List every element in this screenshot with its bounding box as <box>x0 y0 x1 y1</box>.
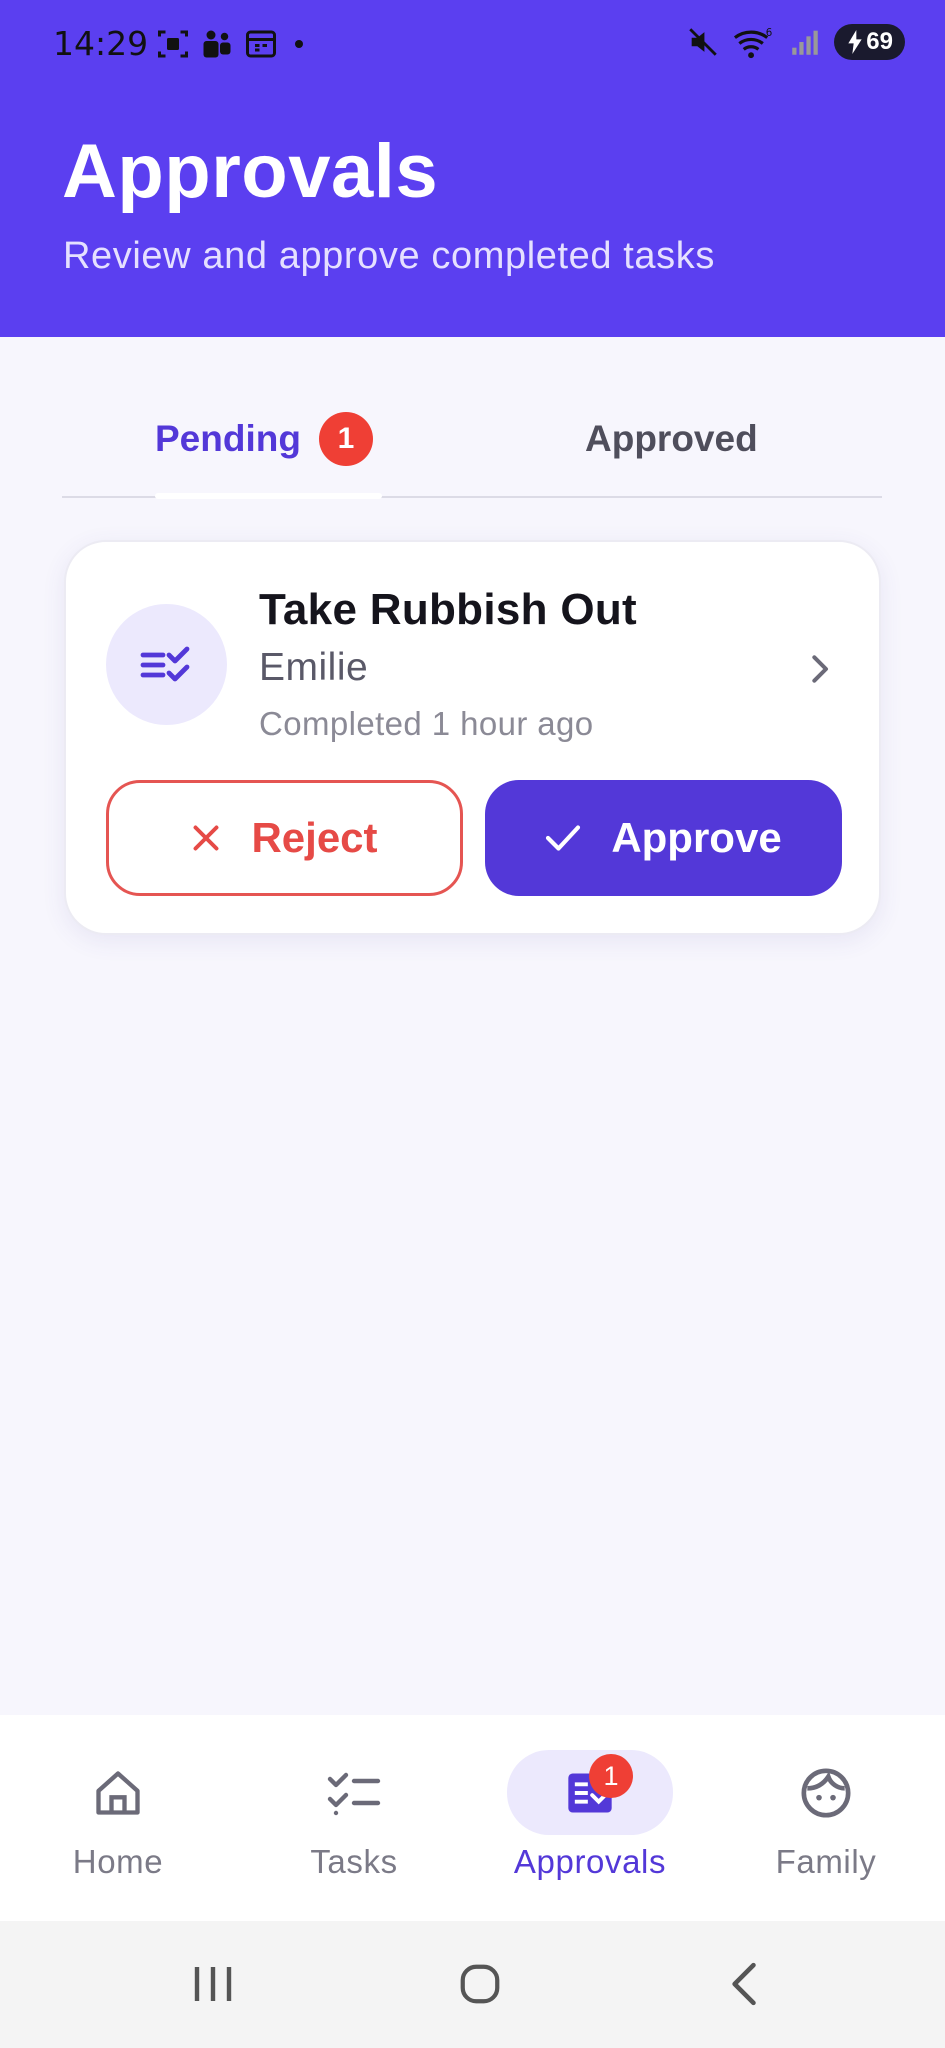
nav-item-approvals[interactable]: 1 Approvals <box>472 1715 708 1921</box>
bottom-navigation: Home Tasks 1 Approvals Family <box>0 1715 945 1921</box>
nav-item-home[interactable]: Home <box>0 1715 236 1921</box>
teams-icon <box>203 30 231 58</box>
task-avatar <box>106 604 227 725</box>
reject-button[interactable]: Reject <box>106 780 463 896</box>
status-system-icons: 6 69 <box>686 24 905 60</box>
dot-icon <box>295 40 303 48</box>
header: 14:29 6 69 Approvals Review and approve … <box>0 0 945 337</box>
checklist-icon <box>140 646 189 681</box>
face-icon <box>801 1768 851 1817</box>
recent-apps-icon <box>194 1967 232 2001</box>
task-assignee: Emilie <box>259 646 369 689</box>
home-button[interactable] <box>450 1951 510 2017</box>
approve-button[interactable]: Approve <box>485 780 842 896</box>
approve-label: Approve <box>611 814 782 861</box>
home-circle-icon <box>460 1964 500 2004</box>
nav-home-icon-wrap <box>35 1750 201 1835</box>
approval-tabs: Pending 1 Approved <box>62 380 882 499</box>
tasks-icon <box>327 1772 381 1815</box>
tab-approved-label: Approved <box>585 418 758 459</box>
tab-approved[interactable]: Approved <box>585 380 758 498</box>
pending-count-badge: 1 <box>318 412 373 466</box>
home-icon <box>96 1770 140 1815</box>
wifi-icon: 6 <box>734 27 773 59</box>
nav-label-approvals: Approvals <box>513 1843 667 1880</box>
active-tab-indicator <box>155 493 382 499</box>
back-button[interactable] <box>718 1951 768 2017</box>
system-navigation-bar <box>0 1921 945 2048</box>
nav-label-tasks: Tasks <box>310 1843 398 1880</box>
mute-icon <box>689 28 718 56</box>
check-icon <box>546 825 581 851</box>
task-completed-time: Completed 1 hour ago <box>259 705 594 742</box>
reject-label: Reject <box>251 814 378 861</box>
charging-icon <box>848 30 862 54</box>
back-icon <box>732 1962 756 2006</box>
nav-item-tasks[interactable]: Tasks <box>236 1715 472 1921</box>
signal-icon <box>792 30 819 55</box>
status-notification-icons <box>155 26 311 62</box>
status-time: 14:29 <box>53 24 149 63</box>
approval-card[interactable]: Take Rubbish Out Emilie Completed 1 hour… <box>64 540 881 935</box>
nav-item-family[interactable]: Family <box>708 1715 944 1921</box>
task-title: Take Rubbish Out <box>259 585 638 634</box>
svg-text:6: 6 <box>766 27 773 39</box>
battery-indicator: 69 <box>834 24 905 60</box>
close-icon <box>194 825 219 851</box>
nav-family-icon-wrap <box>743 1750 909 1835</box>
nav-label-family: Family <box>775 1843 877 1880</box>
approvals-count-badge: 1 <box>589 1754 633 1798</box>
calendar-icon <box>246 30 276 58</box>
tab-pending[interactable]: Pending 1 <box>155 380 373 498</box>
tab-pending-label: Pending <box>155 418 301 459</box>
battery-level: 69 <box>866 28 893 55</box>
nav-approvals-icon-wrap: 1 <box>507 1750 673 1835</box>
chevron-right-icon[interactable] <box>801 649 841 689</box>
nav-tasks-icon-wrap <box>271 1750 437 1835</box>
screenshot-icon <box>158 30 188 58</box>
status-bar: 14:29 6 69 <box>0 0 945 90</box>
page-subtitle: Review and approve completed tasks <box>63 235 715 277</box>
recent-apps-button[interactable] <box>183 1951 243 2017</box>
page-title: Approvals <box>62 129 439 214</box>
nav-label-home: Home <box>72 1843 164 1880</box>
